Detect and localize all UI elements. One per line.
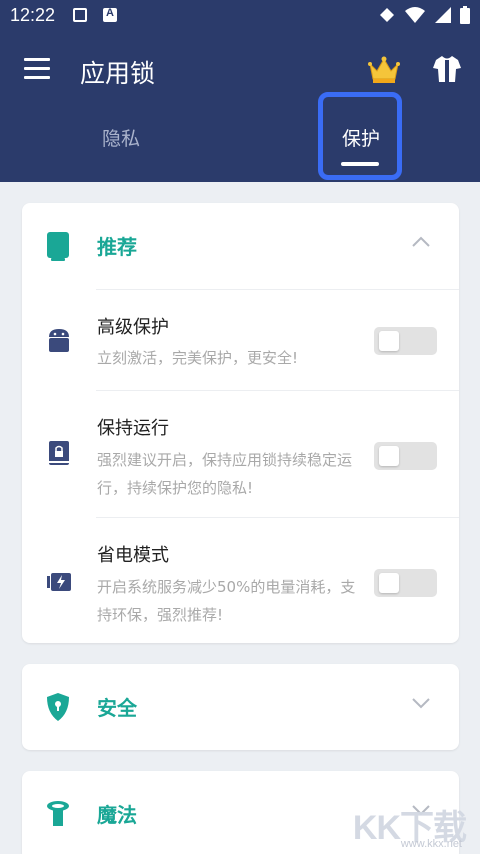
menu-icon[interactable] [24, 58, 50, 80]
chevron-down-icon[interactable] [411, 696, 431, 710]
status-bar: 12:22 [0, 0, 480, 34]
app-bar: 应用锁 [0, 40, 480, 100]
top-bar: 12:22 应用锁 隐私 保护 [0, 0, 480, 182]
item-description: 开启系统服务减少50%的电量消耗，支持环保，强烈推荐! [97, 578, 356, 624]
keep-running-toggle[interactable] [374, 442, 437, 470]
item-description: 强烈建议开启，保持应用锁持续稳定运行，持续保护您的隐私! [97, 451, 353, 497]
recommend-card: 推荐 高级保护 立刻激活，完美保护，更安全! 保持运行 强烈建议开启，保持应用锁… [22, 203, 459, 643]
item-title: 高级保护 [97, 317, 169, 338]
tab-highlight-box [318, 92, 402, 180]
keyboard-a-icon [103, 7, 117, 22]
phone-icon [47, 232, 69, 261]
recommend-header[interactable]: 推荐 [22, 203, 459, 289]
sim-card-icon [73, 8, 87, 22]
power-saving-toggle[interactable] [374, 569, 437, 597]
page-title: 应用锁 [80, 59, 156, 88]
advanced-protection-toggle[interactable] [374, 327, 437, 355]
shield-icon [47, 693, 69, 721]
security-label: 安全 [97, 696, 137, 720]
item-title: 省电模式 [97, 545, 169, 566]
crown-icon[interactable] [368, 56, 400, 84]
magic-label: 魔法 [97, 803, 137, 827]
android-icon [49, 329, 69, 352]
security-card: 安全 [22, 664, 459, 750]
security-header[interactable]: 安全 [22, 664, 459, 750]
list-item-keep-running: 保持运行 强烈建议开启，保持应用锁持续稳定运行，持续保护您的隐私! [22, 390, 459, 517]
magic-hat-icon [47, 801, 69, 826]
cell-signal-icon [435, 7, 451, 23]
chevron-up-icon[interactable] [411, 235, 431, 249]
wifi-icon [405, 7, 425, 23]
list-item-advanced-protection: 高级保护 立刻激活，完美保护，更安全! [22, 289, 459, 390]
status-time: 12:22 [10, 5, 56, 25]
item-title: 保持运行 [97, 418, 169, 439]
lock-book-icon [49, 441, 69, 465]
status-right [378, 6, 470, 24]
tab-privacy[interactable]: 隐私 [102, 124, 140, 151]
watermark-url: www.kkx.net [400, 838, 462, 850]
signal-dot-icon [380, 8, 394, 22]
recommend-label: 推荐 [97, 235, 137, 259]
list-item-power-saving: 省电模式 开启系统服务减少50%的电量消耗，支持环保，强烈推荐! [22, 517, 459, 643]
item-description: 立刻激活，完美保护，更安全! [97, 349, 299, 367]
battery-saver-icon [47, 573, 71, 591]
theme-shirt-icon[interactable] [432, 54, 462, 84]
battery-icon [460, 6, 470, 24]
tab-bar: 隐私 保护 [0, 92, 480, 182]
